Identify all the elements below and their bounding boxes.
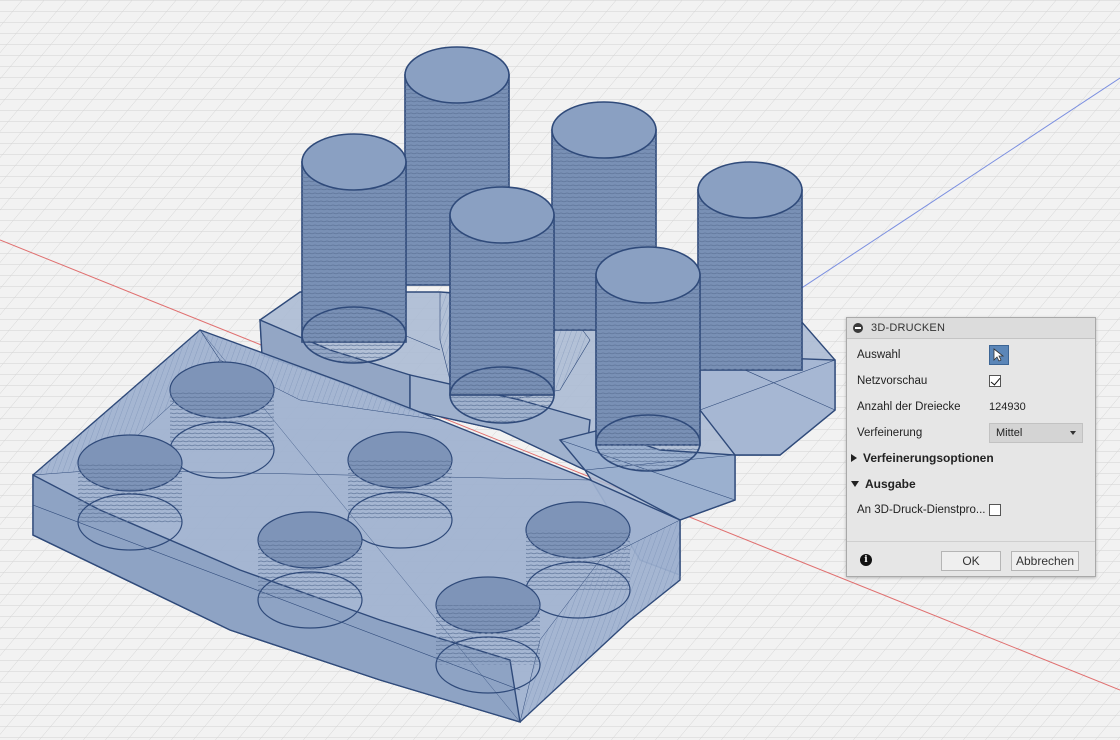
- send-to-service-row: An 3D-Druck-Dienstpro...: [857, 499, 1085, 521]
- cursor-arrow-icon: [993, 348, 1005, 362]
- dialog-title: 3D-DRUCKEN: [871, 322, 946, 334]
- dialog-title-bar[interactable]: 3D-DRUCKEN: [847, 318, 1095, 339]
- expand-right-icon: [851, 454, 857, 462]
- output-label: Ausgabe: [865, 477, 916, 491]
- refinement-label: Verfeinerung: [857, 427, 923, 439]
- triangle-count-row: Anzahl der Dreiecke 124930: [857, 396, 1085, 418]
- selection-label: Auswahl: [857, 349, 901, 361]
- info-icon[interactable]: i: [860, 554, 872, 566]
- minus-circle-icon[interactable]: [853, 323, 863, 333]
- mesh-preview-label: Netzvorschau: [857, 375, 928, 387]
- send-to-service-checkbox[interactable]: [989, 504, 1001, 516]
- refinement-value: Mittel: [996, 427, 1023, 439]
- triangle-count-value: 124930: [989, 401, 1026, 413]
- refinement-dropdown[interactable]: Mittel: [989, 423, 1083, 443]
- refinement-options-label: Verfeinerungsoptionen: [863, 451, 994, 465]
- selection-row: Auswahl: [857, 344, 1085, 366]
- ok-button[interactable]: OK: [941, 551, 1001, 571]
- collapse-down-icon: [851, 481, 859, 487]
- mesh-preview-row: Netzvorschau: [857, 370, 1085, 392]
- mesh-preview-checkbox[interactable]: [989, 375, 1001, 387]
- selection-button[interactable]: [989, 345, 1009, 365]
- 3d-print-dialog: 3D-DRUCKEN Auswahl Netzvorschau Anzahl d…: [846, 317, 1096, 577]
- dialog-footer: i OK Abbrechen: [847, 541, 1095, 576]
- output-section[interactable]: Ausgabe: [851, 474, 916, 494]
- send-to-service-label: An 3D-Druck-Dienstpro...: [857, 504, 986, 516]
- refinement-row: Verfeinerung Mittel: [857, 422, 1085, 444]
- triangle-count-label: Anzahl der Dreiecke: [857, 401, 961, 413]
- cancel-button[interactable]: Abbrechen: [1011, 551, 1079, 571]
- chevron-down-icon: [1070, 431, 1076, 435]
- refinement-options-section[interactable]: Verfeinerungsoptionen: [851, 448, 994, 468]
